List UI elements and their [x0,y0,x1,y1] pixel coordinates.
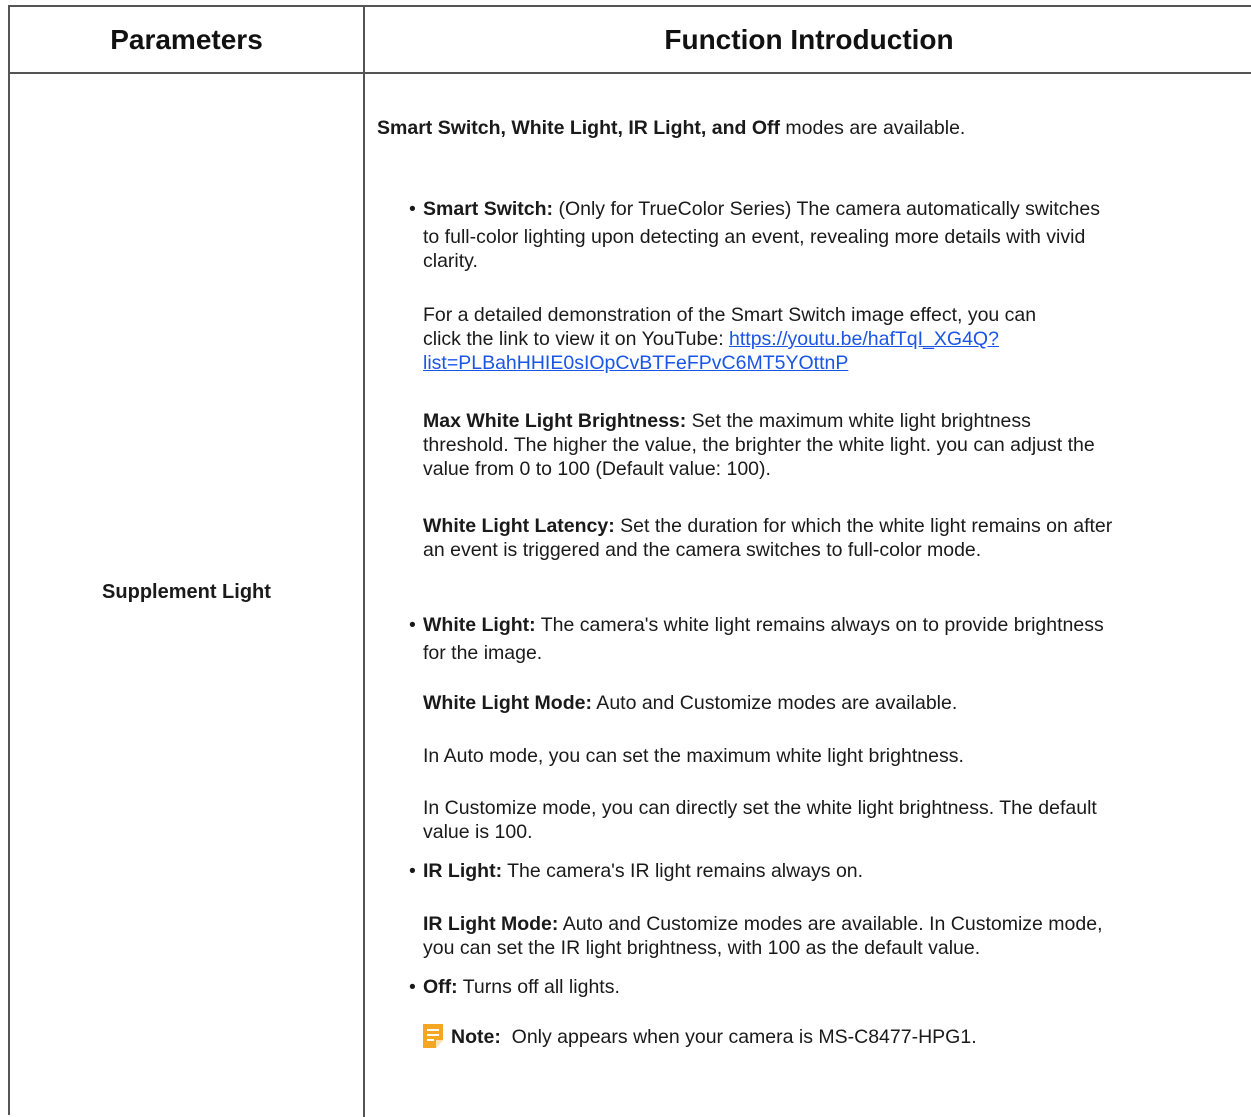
demo-line2: click the link to view it on YouTube: [423,328,730,350]
parameter-table: Parameters Function Introduction Supplem… [8,5,1251,1117]
header-parameters: Parameters [110,23,263,55]
parameter-cell: Supplement Light [10,74,363,1117]
demo-line1: For a detailed demonstration of the Smar… [423,304,1037,326]
latency-label: White Light Latency: [423,515,615,537]
smart-switch-text-cont: to full-color lighting upon detecting an… [423,225,1233,273]
bullet: • [409,198,416,220]
list-item-smart-switch: • Smart Switch: (Only for TrueColor Serie… [409,197,1239,221]
youtube-link-cont[interactable]: list=PLBahHHIE0sIOpCvBTFeFPvC6MT5YOttnP [423,352,848,374]
ir-light-mode-label: IR Light Mode: [423,913,559,935]
list-item-off: • Off: Turns off all lights. [409,975,1239,999]
modes-intro-bold: Smart Switch, White Light, IR Light, and… [377,117,780,139]
ir-light-label: IR Light: [423,860,503,882]
modes-intro-rest: modes are available. [779,117,966,139]
white-light-text: The camera's white light remains always … [535,614,1104,636]
ir-light-text: The camera's IR light remains always on. [502,860,864,882]
header-function-introduction: Function Introduction [664,23,954,55]
ir-light-mode: IR Light Mode: Auto and Customize modes … [423,912,1233,960]
off-label: Off: [423,976,458,998]
modes-intro: Smart Switch, White Light, IR Light, and… [377,116,965,140]
off-text: Turns off all lights. [457,976,620,998]
bullet: • [409,860,416,882]
customize-mode-text: In Customize mode, you can directly set … [423,796,1233,844]
white-light-mode-label: White Light Mode: [423,692,592,714]
white-light-mode-text: Auto and Customize modes are available. [591,692,958,714]
customize-line2: value is 100. [423,821,533,843]
smart-switch-line2: to full-color lighting upon detecting an… [423,226,1086,248]
white-light-mode: White Light Mode: Auto and Customize mod… [423,691,1233,715]
max-brightness-line3: value from 0 to 100 (Default value: 100)… [423,458,771,480]
bullet: • [409,976,416,998]
white-light-label: White Light: [423,614,536,636]
table-header-row: Parameters Function Introduction [10,7,1251,74]
list-item-ir-light: • IR Light: The camera's IR light remains… [409,859,1239,883]
ir-light-mode-text: Auto and Customize modes are available. … [558,913,1103,935]
max-brightness-line2: threshold. The higher the value, the bri… [423,434,1095,456]
parameter-name: Supplement Light [102,581,271,603]
function-cell: Smart Switch, White Light, IR Light, and… [365,74,1251,1117]
latency-text: Set the duration for which the white lig… [614,515,1113,537]
latency-line2: an event is triggered and the camera swi… [423,539,982,561]
smart-switch-line3: clarity. [423,250,478,272]
max-brightness-label: Max White Light Brightness: [423,410,687,432]
bullet: • [409,614,416,636]
youtube-link[interactable]: https://youtu.be/hafTqI_XG4Q? [729,328,999,350]
smart-switch-demo: For a detailed demonstration of the Smar… [423,303,1233,375]
smart-switch-text: (Only for TrueColor Series) The camera a… [553,198,1100,220]
ir-light-mode-line2: you can set the IR light brightness, wit… [423,937,981,959]
max-white-light-brightness: Max White Light Brightness: Set the maxi… [423,409,1233,481]
list-item-white-light: • White Light: The camera's white light r… [409,613,1239,637]
auto-mode-text: In Auto mode, you can set the maximum wh… [423,745,964,767]
note-icon [423,1024,443,1048]
white-light-line2: for the image. [423,642,543,664]
max-brightness-text: Set the maximum white light brightness [686,410,1031,432]
note-text: Only appears when your camera is MS-C847… [500,1026,977,1048]
white-light-latency: White Light Latency: Set the duration fo… [423,514,1233,562]
white-light-text-cont: for the image. [423,641,1233,665]
note-label: Note: [451,1026,501,1048]
smart-switch-label: Smart Switch: [423,198,554,220]
note: Note: Only appears when your camera is M… [451,1025,977,1049]
customize-line1: In Customize mode, you can directly set … [423,797,1097,819]
